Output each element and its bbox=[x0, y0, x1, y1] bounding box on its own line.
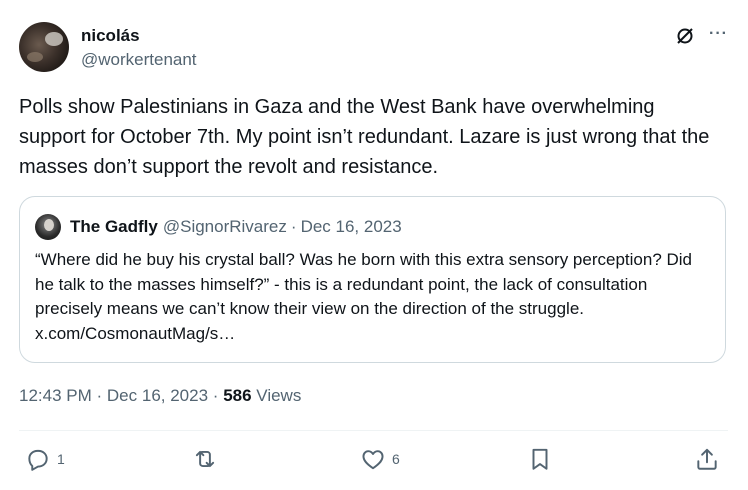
bookmark-button[interactable] bbox=[527, 446, 553, 472]
bookmark-icon bbox=[527, 446, 553, 472]
tweet-time[interactable]: 12:43 PM bbox=[19, 386, 92, 405]
tweet-header: nicolás @workertenant ··· bbox=[19, 22, 728, 74]
grok-icon[interactable] bbox=[675, 26, 695, 46]
more-icon[interactable]: ··· bbox=[709, 26, 728, 42]
tweet-text: Polls show Palestinians in Gaza and the … bbox=[19, 96, 710, 178]
views-count: 586 bbox=[223, 386, 252, 405]
author-display-name[interactable]: nicolás bbox=[81, 26, 197, 46]
divider bbox=[19, 430, 728, 431]
tweet-date[interactable]: Dec 16, 2023 bbox=[107, 386, 208, 405]
reply-button[interactable]: 1 bbox=[25, 446, 65, 472]
tweet-meta: 12:43 PM · Dec 16, 2023 · 586 Views bbox=[19, 386, 301, 406]
meta-dot: · bbox=[96, 386, 103, 405]
quoted-date: Dec 16, 2023 bbox=[300, 217, 402, 236]
quoted-tweet-header: The Gadfly @SignorRivarez · Dec 16, 2023 bbox=[35, 214, 402, 240]
action-bar: 1 6 bbox=[0, 446, 748, 478]
quoted-author-handle: @SignorRivarez bbox=[162, 217, 287, 236]
author-avatar[interactable] bbox=[19, 22, 69, 72]
repost-icon bbox=[192, 446, 218, 472]
quoted-tweet-text: “Where did he buy his crystal ball? Was … bbox=[35, 250, 693, 343]
reply-icon bbox=[25, 446, 51, 472]
quoted-tweet[interactable]: The Gadfly @SignorRivarez · Dec 16, 2023… bbox=[19, 196, 726, 363]
header-icons: ··· bbox=[675, 26, 728, 46]
reply-count: 1 bbox=[57, 451, 65, 467]
author-names: nicolás @workertenant bbox=[81, 26, 197, 71]
views-label: Views bbox=[256, 386, 302, 405]
share-icon bbox=[694, 446, 720, 472]
share-button[interactable] bbox=[694, 446, 720, 472]
like-icon bbox=[360, 446, 386, 472]
author-handle[interactable]: @workertenant bbox=[81, 49, 197, 71]
quoted-author-display-name: The Gadfly bbox=[70, 217, 158, 236]
quoted-author-avatar bbox=[35, 214, 61, 240]
like-button[interactable]: 6 bbox=[360, 446, 400, 472]
like-count: 6 bbox=[392, 451, 400, 467]
repost-button[interactable] bbox=[192, 446, 224, 472]
meta-dot: · bbox=[212, 386, 219, 405]
quoted-separator: · bbox=[290, 217, 297, 236]
